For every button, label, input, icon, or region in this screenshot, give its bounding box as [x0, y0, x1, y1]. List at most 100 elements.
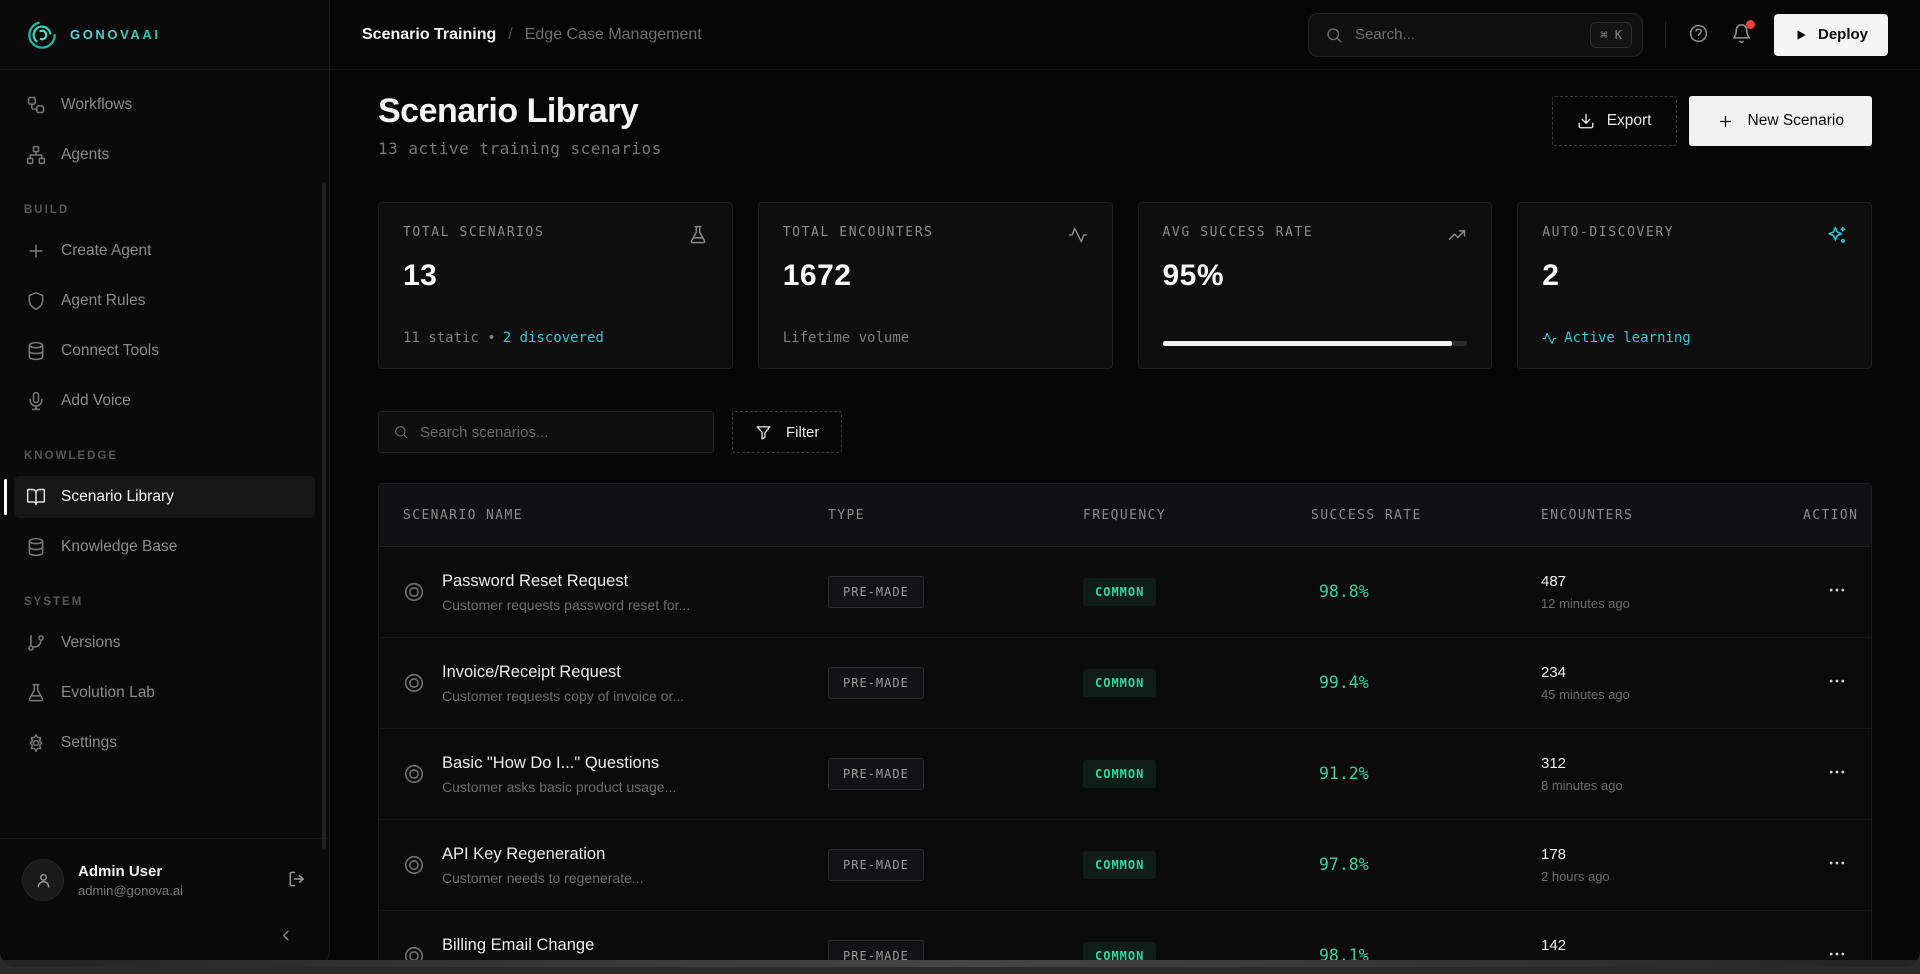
encounters-count: 142	[1541, 937, 1803, 954]
activity-icon	[1542, 331, 1557, 346]
breadcrumb-separator: /	[508, 26, 512, 44]
sidebar-item-add-voice[interactable]: Add Voice	[14, 380, 315, 422]
type-badge: PRE-MADE	[828, 667, 924, 699]
page-title: Scenario Library	[378, 92, 662, 131]
download-icon	[1577, 112, 1595, 130]
breadcrumb-parent[interactable]: Edge Case Management	[525, 26, 702, 44]
scenario-cell: Invoice/Receipt RequestCustomer requests…	[403, 663, 828, 704]
table-row[interactable]: Invoice/Receipt RequestCustomer requests…	[379, 638, 1871, 729]
scenario-name: Billing Email Change	[442, 936, 711, 955]
trending-up-icon	[1447, 225, 1467, 245]
stat-value: 95%	[1163, 259, 1468, 293]
row-actions-button[interactable]	[1827, 853, 1847, 876]
column-header-frequency: FREQUENCY	[1083, 508, 1311, 523]
notifications-button[interactable]	[1731, 23, 1752, 47]
stat-card-total-encounters: TOTAL ENCOUNTERS1672Lifetime volume	[758, 202, 1113, 369]
sidebar-item-create-agent[interactable]: Create Agent	[14, 230, 315, 272]
breadcrumb-current[interactable]: Scenario Training	[362, 26, 496, 44]
stat-card-auto-discovery: AUTO-DISCOVERY2Active learning	[1517, 202, 1872, 369]
column-header-encounters: ENCOUNTERS	[1541, 508, 1803, 523]
brand: GONOVAAI	[0, 0, 329, 70]
scenario-name: API Key Regeneration	[442, 845, 644, 864]
scenario-search[interactable]	[378, 411, 714, 453]
frequency-badge: COMMON	[1083, 760, 1156, 788]
sidebar-item-label: Agent Rules	[61, 292, 145, 310]
success-rate: 97.8%	[1311, 855, 1369, 874]
book-icon	[26, 487, 46, 507]
app-window: GONOVAAI Workflows Agents BUILD Create Agen…	[0, 0, 1920, 967]
frequency-badge: COMMON	[1083, 578, 1156, 606]
sidebar-scrollbar[interactable]	[322, 182, 326, 850]
sidebar-item-label: Add Voice	[61, 392, 131, 410]
encounters-count: 178	[1541, 846, 1803, 863]
database-icon	[26, 537, 46, 557]
filter-button[interactable]: Filter	[732, 411, 842, 453]
type-badge: PRE-MADE	[828, 576, 924, 608]
activity-icon	[1068, 225, 1088, 245]
row-actions-button[interactable]	[1827, 671, 1847, 694]
plus-icon	[26, 241, 46, 261]
row-actions-button[interactable]	[1827, 762, 1847, 785]
encounters-count: 234	[1541, 664, 1803, 681]
sidebar-item-scenario-library[interactable]: Scenario Library	[14, 476, 315, 518]
filter-label: Filter	[786, 424, 819, 441]
sidebar-item-settings[interactable]: Settings	[14, 722, 315, 764]
table-row[interactable]: Password Reset RequestCustomer requests …	[379, 547, 1871, 638]
stats-row: TOTAL SCENARIOS1311 static • 2 discovere…	[378, 202, 1872, 369]
stat-label: TOTAL ENCOUNTERS	[783, 225, 934, 240]
sidebar: GONOVAAI Workflows Agents BUILD Create Agen…	[0, 0, 330, 967]
global-search[interactable]: ⌘ K	[1308, 13, 1643, 57]
success-rate: 99.4%	[1311, 673, 1369, 692]
success-rate: 91.2%	[1311, 764, 1369, 783]
export-label: Export	[1607, 112, 1652, 130]
row-actions-button[interactable]	[1827, 580, 1847, 603]
table-row[interactable]: Billing Email ChangeCustomer requests to…	[379, 911, 1871, 967]
column-header-action: ACTION	[1803, 508, 1858, 523]
stat-footer-accent: Active learning	[1564, 330, 1690, 346]
scenario-cell: API Key RegenerationCustomer needs to re…	[403, 845, 828, 886]
table-row[interactable]: Basic "How Do I..." QuestionsCustomer as…	[379, 729, 1871, 820]
encounters-time: 8 minutes ago	[1541, 778, 1803, 793]
workflow-icon	[26, 95, 46, 115]
notification-dot	[1746, 20, 1755, 29]
new-scenario-label: New Scenario	[1748, 112, 1845, 130]
sidebar-item-label: Versions	[61, 634, 120, 652]
progress-fill	[1163, 341, 1453, 346]
deploy-button[interactable]: Deploy	[1774, 14, 1888, 56]
stat-footer: Lifetime volume	[783, 330, 1088, 346]
sidebar-item-label: Evolution Lab	[61, 684, 155, 702]
sidebar-item-agent-rules[interactable]: Agent Rules	[14, 280, 315, 322]
progress-bar	[1163, 341, 1468, 346]
sidebar-item-agents[interactable]: Agents	[14, 134, 315, 176]
logout-button[interactable]	[287, 869, 307, 892]
sidebar-item-knowledge-base[interactable]: Knowledge Base	[14, 526, 315, 568]
sidebar-collapse-button[interactable]	[278, 927, 295, 947]
stat-label: AUTO-DISCOVERY	[1542, 225, 1674, 240]
help-button[interactable]	[1688, 23, 1709, 47]
table-row[interactable]: API Key RegenerationCustomer needs to re…	[379, 820, 1871, 911]
funnel-icon	[755, 424, 772, 441]
ellipsis-icon	[1827, 671, 1847, 691]
global-search-input[interactable]	[1355, 26, 1578, 43]
sidebar-item-workflows[interactable]: Workflows	[14, 84, 315, 126]
stat-footer: Active learning	[1542, 330, 1847, 346]
scenario-description: Customer requests copy of invoice or...	[442, 688, 684, 704]
user-icon	[34, 871, 53, 890]
sidebar-item-label: Create Agent	[61, 242, 151, 260]
nav-section-label: KNOWLEDGE	[24, 450, 305, 462]
nav-section-label: BUILD	[24, 204, 305, 216]
table-toolbar: Filter	[378, 411, 1872, 453]
scenario-search-input[interactable]	[420, 424, 699, 441]
git-branch-icon	[26, 633, 46, 653]
sidebar-item-connect-tools[interactable]: Connect Tools	[14, 330, 315, 372]
network-icon	[26, 145, 46, 165]
sidebar-item-evolution-lab[interactable]: Evolution Lab	[14, 672, 315, 714]
new-scenario-button[interactable]: New Scenario	[1689, 96, 1873, 146]
scenario-name: Basic "How Do I..." Questions	[442, 754, 676, 773]
encounters-count: 487	[1541, 573, 1803, 590]
sidebar-item-versions[interactable]: Versions	[14, 622, 315, 664]
search-icon	[393, 424, 409, 440]
type-badge: PRE-MADE	[828, 758, 924, 790]
page-subtitle: 13 active training scenarios	[378, 139, 662, 158]
export-button[interactable]: Export	[1552, 96, 1677, 146]
